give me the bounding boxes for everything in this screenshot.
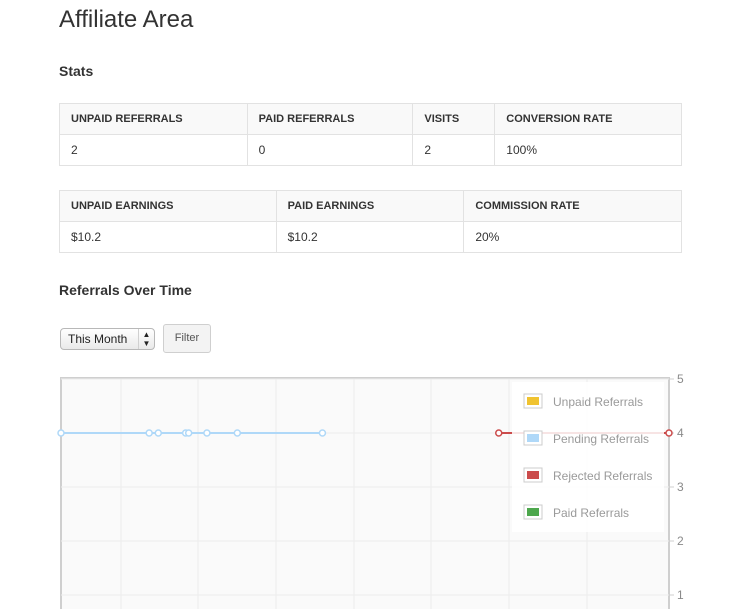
visits-header: VISITS	[412, 103, 496, 135]
data-point	[184, 429, 193, 437]
referral-stats-table: UNPAID REFERRALS PAID REFERRALS VISITS C…	[59, 103, 682, 166]
y-axis-ticks: 5 4 3 2 1	[669, 372, 684, 602]
legend-label: Paid Referrals	[553, 506, 629, 520]
y-tick-label: 4	[677, 426, 684, 440]
referrals-chart: 5 4 3 2 1 Unpaid Referrals Pending Referrals R…	[57, 372, 684, 609]
paid-referrals-header: PAID REFERRALS	[246, 103, 414, 135]
y-tick-label: 3	[677, 480, 684, 494]
data-point	[57, 429, 65, 437]
legend-swatch	[527, 508, 539, 516]
unpaid-earnings-value: $10.2	[59, 221, 277, 253]
data-point	[318, 429, 327, 437]
data-point	[145, 429, 153, 437]
legend-label: Rejected Referrals	[553, 469, 652, 483]
referrals-over-time-heading: Referrals Over Time	[59, 282, 192, 298]
unpaid-referrals-value: 2	[59, 134, 248, 166]
table-row: 2 0 2 100%	[59, 134, 682, 166]
paid-referrals-value: 0	[246, 134, 414, 166]
legend-label: Unpaid Referrals	[553, 395, 643, 409]
y-tick-label: 2	[677, 534, 684, 548]
commission-rate-value: 20%	[463, 221, 682, 253]
legend-swatch	[527, 397, 539, 405]
paid-earnings-value: $10.2	[275, 221, 465, 253]
unpaid-earnings-header: UNPAID EARNINGS	[59, 190, 277, 222]
legend-label: Pending Referrals	[553, 432, 649, 446]
data-point	[665, 429, 673, 437]
stats-heading: Stats	[59, 63, 94, 79]
earnings-stats-table: UNPAID EARNINGS PAID EARNINGS COMMISSION…	[59, 190, 682, 253]
filter-button[interactable]: Filter	[163, 324, 211, 353]
table-header-row: UNPAID REFERRALS PAID REFERRALS VISITS C…	[59, 103, 682, 135]
date-range-selected-value: This Month	[68, 332, 128, 346]
y-tick-label: 1	[677, 588, 684, 602]
legend-item: Paid Referrals	[523, 504, 629, 520]
visits-value: 2	[412, 134, 496, 166]
conversion-rate-value: 100%	[494, 134, 682, 166]
legend-swatch	[527, 471, 539, 479]
legend-item: Unpaid Referrals	[523, 393, 643, 409]
commission-rate-header: COMMISSION RATE	[463, 190, 682, 222]
chart-legend: Unpaid Referrals Pending Referrals Rejecte…	[512, 382, 664, 532]
data-point	[233, 429, 242, 437]
date-range-select[interactable]: This Month ▲ ▼	[60, 328, 155, 350]
table-header-row: UNPAID EARNINGS PAID EARNINGS COMMISSION…	[59, 190, 682, 222]
y-tick-label: 5	[677, 372, 684, 386]
conversion-rate-header: CONVERSION RATE	[494, 103, 682, 135]
paid-earnings-header: PAID EARNINGS	[275, 190, 465, 222]
legend-swatch	[527, 434, 539, 442]
data-point	[203, 429, 211, 437]
page-title: Affiliate Area	[59, 6, 194, 33]
table-row: $10.2 $10.2 20%	[59, 221, 682, 253]
unpaid-referrals-header: UNPAID REFERRALS	[59, 103, 248, 135]
select-arrows-icon: ▲ ▼	[138, 329, 154, 349]
data-point	[154, 429, 163, 437]
data-point	[495, 429, 503, 437]
